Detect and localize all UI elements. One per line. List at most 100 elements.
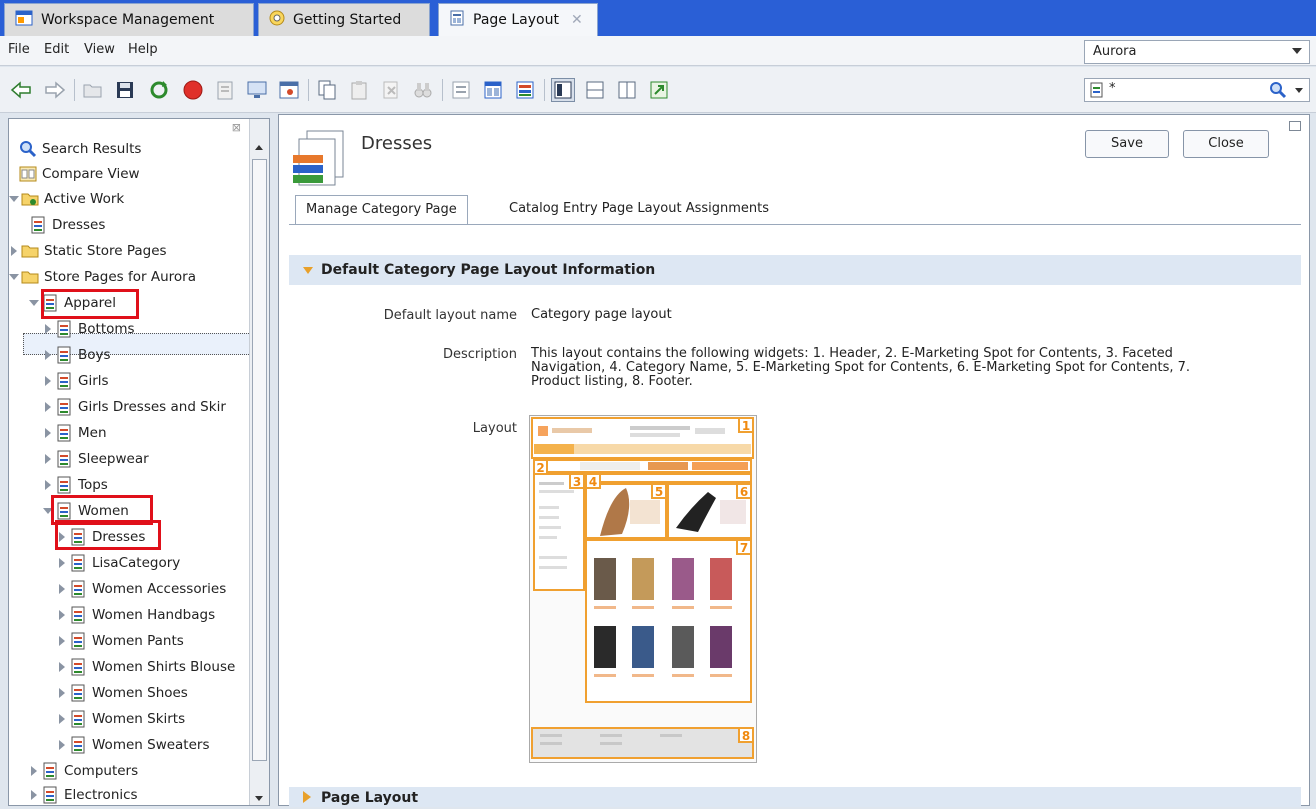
expand-toggle-icon[interactable] bbox=[57, 740, 67, 750]
split-view-button[interactable] bbox=[551, 78, 575, 102]
expand-toggle-icon[interactable] bbox=[57, 584, 67, 594]
scroll-thumb[interactable] bbox=[252, 159, 267, 761]
save-toolbar-button[interactable] bbox=[114, 79, 136, 101]
expand-toggle-icon[interactable] bbox=[57, 636, 67, 646]
binoculars-icon bbox=[414, 83, 432, 98]
tree-item-compare-view[interactable]: Compare View bbox=[19, 162, 140, 186]
section-default-layout-info[interactable]: Default Category Page Layout Information bbox=[289, 255, 1301, 285]
tree-item-store-pages-aurora[interactable]: Store Pages for Aurora bbox=[9, 265, 196, 289]
tree-item-dresses-active[interactable]: Dresses bbox=[29, 213, 105, 237]
expand-toggle-icon[interactable] bbox=[29, 298, 39, 308]
tab-label: Page Layout bbox=[473, 12, 559, 28]
tree-item-lisacategory[interactable]: LisaCategory bbox=[57, 551, 180, 575]
tab-page-layout[interactable]: Page Layout ✕ bbox=[438, 3, 598, 36]
save-button[interactable]: Save bbox=[1085, 130, 1169, 158]
tree-item-girls[interactable]: Girls bbox=[43, 369, 109, 393]
page-icon bbox=[55, 450, 73, 468]
tree-item-women-skirts[interactable]: Women Skirts bbox=[57, 707, 185, 731]
search-input[interactable]: * bbox=[1109, 81, 1116, 96]
expand-toggle-icon[interactable] bbox=[29, 766, 39, 776]
tree-item-bottoms[interactable]: Bottoms bbox=[43, 317, 135, 341]
list-view-button[interactable] bbox=[450, 79, 472, 101]
tab-manage-category-page[interactable]: Manage Category Page bbox=[295, 195, 468, 225]
tab-getting-started[interactable]: Getting Started bbox=[258, 3, 430, 36]
page-icon bbox=[55, 476, 73, 494]
stop-button[interactable] bbox=[182, 79, 204, 101]
open-button[interactable] bbox=[82, 79, 104, 101]
expand-toggle-icon[interactable] bbox=[57, 662, 67, 672]
tree-item-women-shoes[interactable]: Women Shoes bbox=[57, 681, 188, 705]
expand-toggle-icon[interactable] bbox=[43, 454, 53, 464]
close-button[interactable]: Close bbox=[1183, 130, 1269, 158]
refresh-button[interactable] bbox=[148, 79, 170, 101]
menu-file[interactable]: File bbox=[8, 42, 30, 57]
store-preview-button[interactable] bbox=[278, 79, 300, 101]
expand-toggle-icon[interactable] bbox=[9, 194, 19, 204]
paste-button[interactable] bbox=[348, 79, 370, 101]
details-view-button[interactable] bbox=[482, 79, 504, 101]
expand-toggle-icon[interactable] bbox=[43, 376, 53, 386]
expand-toggle-icon[interactable] bbox=[43, 324, 53, 334]
tab-workspace-management[interactable]: Workspace Management bbox=[4, 3, 254, 36]
vertical-split-icon bbox=[618, 81, 636, 99]
tab-catalog-entry-layout-assignments[interactable]: Catalog Entry Page Layout Assignments bbox=[499, 195, 779, 225]
menu-view[interactable]: View bbox=[84, 42, 115, 57]
expand-toggle-icon[interactable] bbox=[57, 610, 67, 620]
scroll-up-button[interactable] bbox=[252, 139, 267, 155]
close-tab-icon[interactable]: ✕ bbox=[571, 12, 583, 28]
tree-item-sleepwear[interactable]: Sleepwear bbox=[43, 447, 149, 471]
expand-toggle-icon[interactable] bbox=[57, 714, 67, 724]
tree-item-women-accessories[interactable]: Women Accessories bbox=[57, 577, 226, 601]
collapse-triangle-icon bbox=[303, 267, 313, 274]
tree-item-boys[interactable]: Boys bbox=[43, 343, 111, 367]
forward-button[interactable] bbox=[44, 79, 66, 101]
expand-toggle-icon[interactable] bbox=[43, 428, 53, 438]
expand-toggle-icon[interactable] bbox=[57, 558, 67, 568]
expand-triangle-icon bbox=[303, 791, 311, 803]
tree-item-electronics[interactable]: Electronics bbox=[29, 783, 138, 805]
maximize-icon[interactable] bbox=[1289, 121, 1301, 131]
tree-item-women-sweaters[interactable]: Women Sweaters bbox=[57, 733, 210, 757]
export-button[interactable] bbox=[648, 79, 670, 101]
default-layout-name-label: Default layout name bbox=[383, 308, 517, 323]
horizontal-split-button[interactable] bbox=[584, 79, 606, 101]
find-binoculars-button[interactable] bbox=[412, 79, 434, 101]
expand-toggle-icon[interactable] bbox=[57, 688, 67, 698]
tree-item-tops[interactable]: Tops bbox=[43, 473, 108, 497]
tree-item-search-results[interactable]: Search Results bbox=[19, 137, 141, 161]
back-button[interactable] bbox=[10, 79, 32, 101]
tree-item-women-pants[interactable]: Women Pants bbox=[57, 629, 184, 653]
expand-toggle-icon[interactable] bbox=[43, 480, 53, 490]
workspace-icon bbox=[15, 10, 33, 30]
search-icon[interactable] bbox=[1269, 81, 1287, 103]
section-page-layout[interactable]: Page Layout bbox=[289, 787, 1301, 807]
delete-button[interactable] bbox=[380, 79, 402, 101]
minimize-panel-icon[interactable]: ⊠ bbox=[232, 121, 241, 134]
search-field[interactable]: * bbox=[1084, 78, 1310, 102]
vertical-split-button[interactable] bbox=[616, 79, 638, 101]
preview-button[interactable] bbox=[246, 79, 268, 101]
expand-toggle-icon[interactable] bbox=[43, 402, 53, 412]
tree-item-computers[interactable]: Computers bbox=[29, 759, 138, 783]
expand-toggle-icon[interactable] bbox=[29, 790, 39, 800]
scroll-down-button[interactable] bbox=[252, 791, 267, 805]
tree-item-static-store-pages[interactable]: Static Store Pages bbox=[9, 239, 167, 263]
expand-toggle-icon[interactable] bbox=[43, 350, 53, 360]
copy-button[interactable] bbox=[316, 79, 338, 101]
tree-item-women-shirts-blouses[interactable]: Women Shirts Blouse bbox=[57, 655, 235, 679]
tree-item-girls-dresses-skirts[interactable]: Girls Dresses and Skir bbox=[43, 395, 226, 419]
delete-icon bbox=[383, 81, 398, 99]
find-button[interactable] bbox=[214, 79, 236, 101]
menu-edit[interactable]: Edit bbox=[44, 42, 69, 57]
menu-help[interactable]: Help bbox=[128, 42, 158, 57]
store-select[interactable]: Aurora bbox=[1084, 40, 1310, 64]
tree-item-men[interactable]: Men bbox=[43, 421, 107, 445]
page-icon bbox=[69, 684, 87, 702]
tree-item-active-work[interactable]: Active Work bbox=[9, 187, 124, 211]
layout-list-button[interactable] bbox=[514, 79, 536, 101]
expand-toggle-icon[interactable] bbox=[9, 272, 19, 282]
tree-scrollbar[interactable] bbox=[249, 119, 269, 805]
chevron-down-icon[interactable] bbox=[1295, 88, 1303, 93]
expand-toggle-icon[interactable] bbox=[9, 246, 19, 256]
tree-item-women-handbags[interactable]: Women Handbags bbox=[57, 603, 215, 627]
